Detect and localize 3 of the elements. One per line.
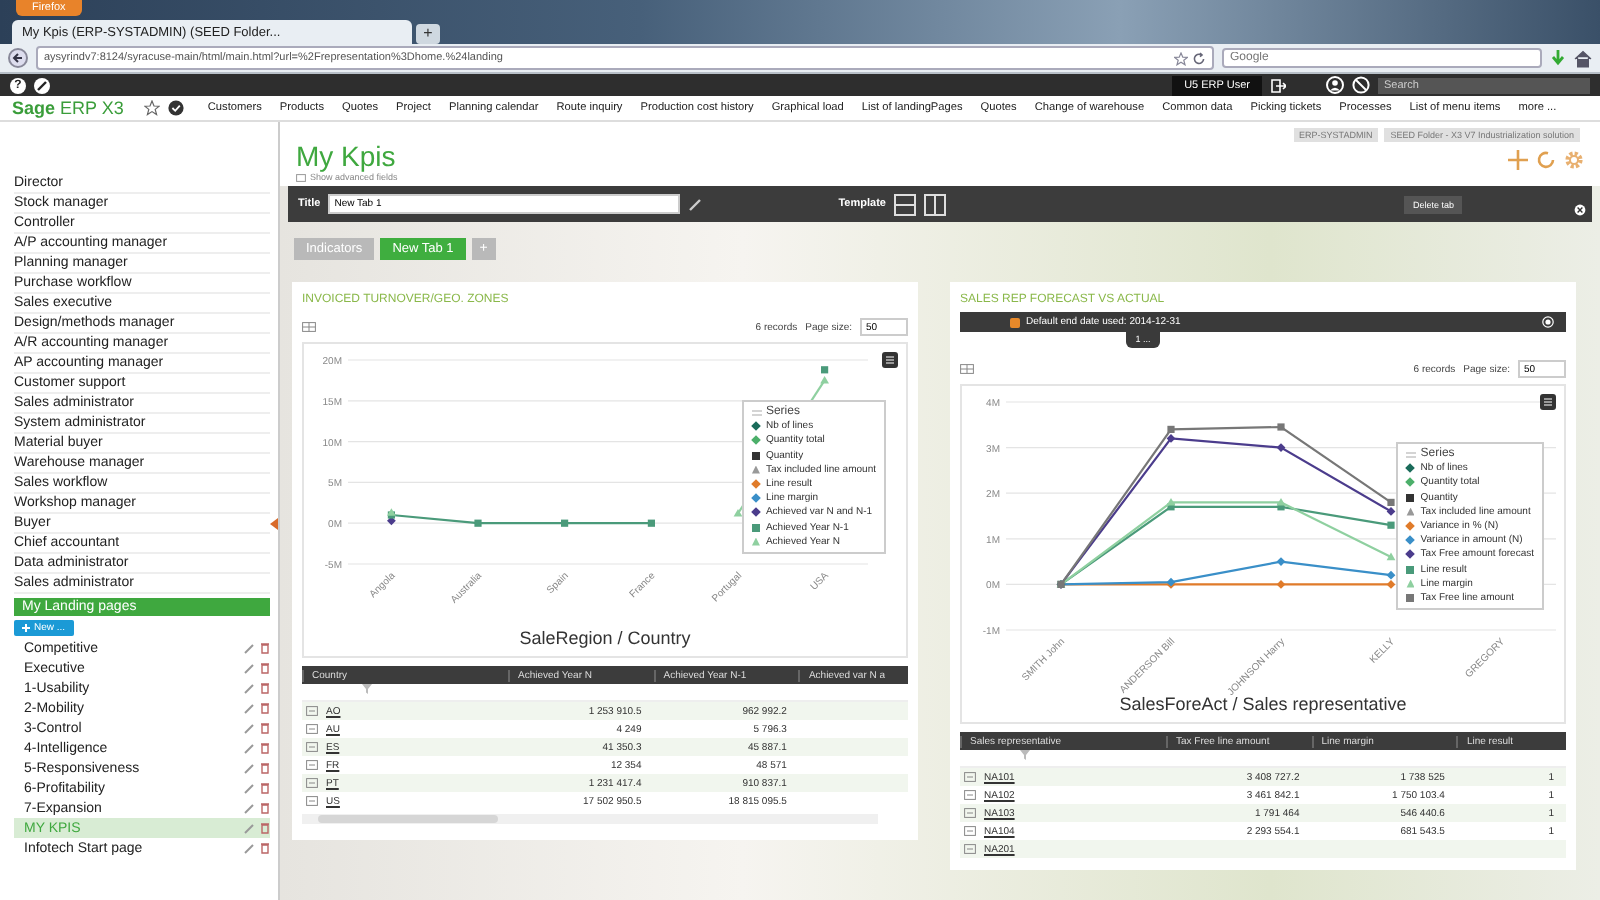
page-title: My Kpis: [296, 140, 396, 172]
axis-title: SaleRegion / Country: [519, 628, 691, 648]
axis-title: SalesForeAct / Sales representative: [1119, 694, 1407, 714]
